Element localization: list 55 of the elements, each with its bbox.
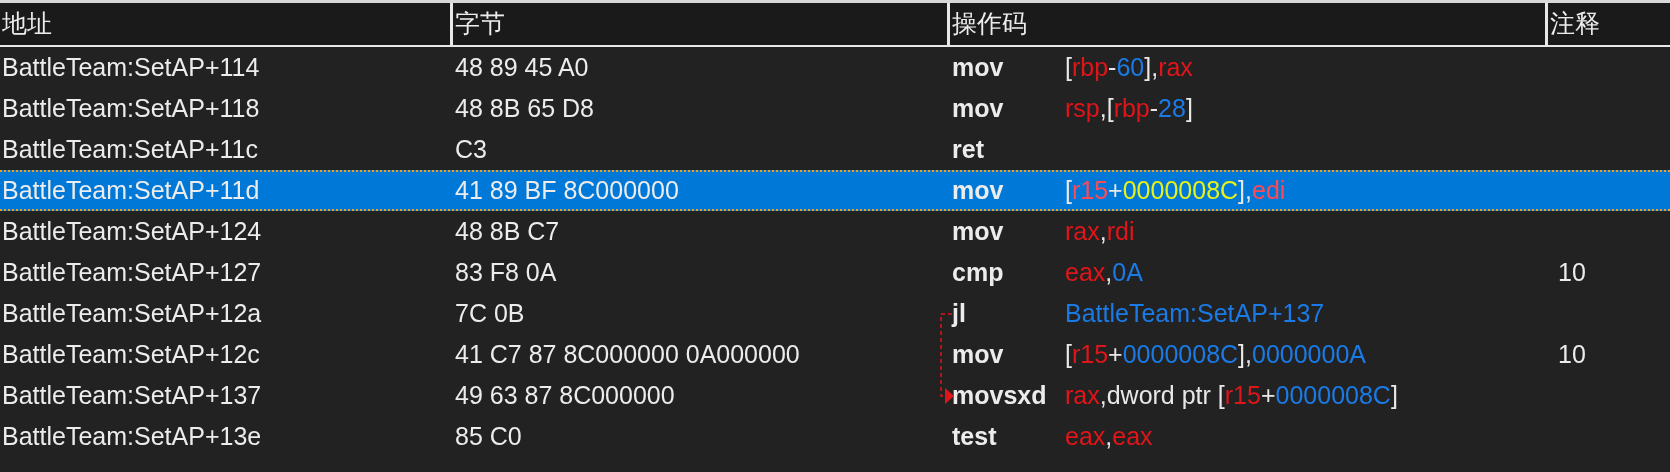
operand-text: BattleTeam:SetAP+137 [1065,297,1325,329]
column-header[interactable]: 操作码 [950,3,1548,45]
mnemonic-text: cmp [952,256,1005,288]
disassembly-row[interactable]: BattleTeam:SetAP+124 48 8B C7 mov rax,rdi [0,211,1670,252]
disassembly-row[interactable]: BattleTeam:SetAP+13e 85 C0 test eax,eax [0,416,1670,457]
disassembly-row[interactable]: BattleTeam:SetAP+118 48 8B 65 D8 mov rsp,[rbp-28] [0,88,1670,129]
mnemonic-text: test [952,420,998,452]
address-text: BattleTeam:SetAP+13e [2,421,262,450]
address-text: BattleTeam:SetAP+11d [2,175,260,204]
mnemonic-text: mov [952,51,1005,83]
bytes-text: 85 C0 [455,421,522,450]
disassembly-row[interactable]: BattleTeam:SetAP+12c 41 C7 87 8C000000 0A000000 mov [r15+0000008C],0000000A 10 [0,334,1670,375]
mnemonic-text: mov [952,174,1005,206]
bytes-text: 49 63 87 8C000000 [455,380,675,409]
operand-text: rax,rdi [1065,215,1135,247]
bytes-text: C3 [455,134,487,163]
disassembly-row[interactable]: BattleTeam:SetAP+137 49 63 87 8C000000 movsxd rax,dword ptr [r15+0000008C] [0,375,1670,416]
address-text: BattleTeam:SetAP+12c [2,339,260,368]
address-text: BattleTeam:SetAP+124 [2,216,262,245]
operand-text: [r15+0000008C],0000000A [1065,338,1366,370]
mnemonic-text: mov [952,92,1005,124]
operand-text: [r15+0000008C],edi [1065,174,1286,206]
address-text: BattleTeam:SetAP+137 [2,380,262,409]
mnemonic-text: jl [952,297,967,329]
mnemonic-text: mov [952,215,1005,247]
operand-text: eax,0A [1065,256,1143,288]
bytes-text: 41 C7 87 8C000000 0A000000 [455,339,800,368]
address-text: BattleTeam:SetAP+118 [2,93,260,122]
bytes-text: 48 89 45 A0 [455,52,589,81]
disassembly-row[interactable]: BattleTeam:SetAP+11c C3 ret [0,129,1670,170]
address-text: BattleTeam:SetAP+12a [2,298,262,327]
disassembly-row[interactable]: BattleTeam:SetAP+12a 7C 0B jl BattleTeam:SetAP+137 [0,293,1670,334]
mnemonic-text: mov [952,338,1005,370]
address-text: BattleTeam:SetAP+114 [2,52,260,81]
mnemonic-text: ret [952,133,985,165]
comment-text: 10 [1558,339,1586,368]
bytes-text: 48 8B 65 D8 [455,93,594,122]
disassembly-row[interactable]: BattleTeam:SetAP+11d 41 89 BF 8C000000 mov [r15+0000008C],edi [0,170,1670,211]
operand-text: eax,eax [1065,420,1153,452]
comment-text: 10 [1558,257,1586,286]
address-text: BattleTeam:SetAP+11c [2,134,258,163]
operand-text: rax,dword ptr [r15+0000008C] [1065,379,1398,411]
bytes-text: 48 8B C7 [455,216,560,245]
column-header[interactable]: 注释 [1548,3,1670,45]
column-header[interactable]: 字节 [453,3,950,45]
disassembly-row[interactable]: BattleTeam:SetAP+114 48 89 45 A0 mov [rbp-60],rax [0,47,1670,88]
column-header[interactable]: 地址 [0,3,453,45]
mnemonic-text: movsxd [952,379,1048,411]
bytes-text: 83 F8 0A [455,257,557,286]
bytes-text: 7C 0B [455,298,525,327]
operand-text: rsp,[rbp-28] [1065,92,1193,124]
operand-text: [rbp-60],rax [1065,51,1193,83]
address-text: BattleTeam:SetAP+127 [2,257,262,286]
bytes-text: 41 89 BF 8C000000 [455,175,679,204]
disassembly-row[interactable]: BattleTeam:SetAP+127 83 F8 0A cmp eax,0A 10 [0,252,1670,293]
